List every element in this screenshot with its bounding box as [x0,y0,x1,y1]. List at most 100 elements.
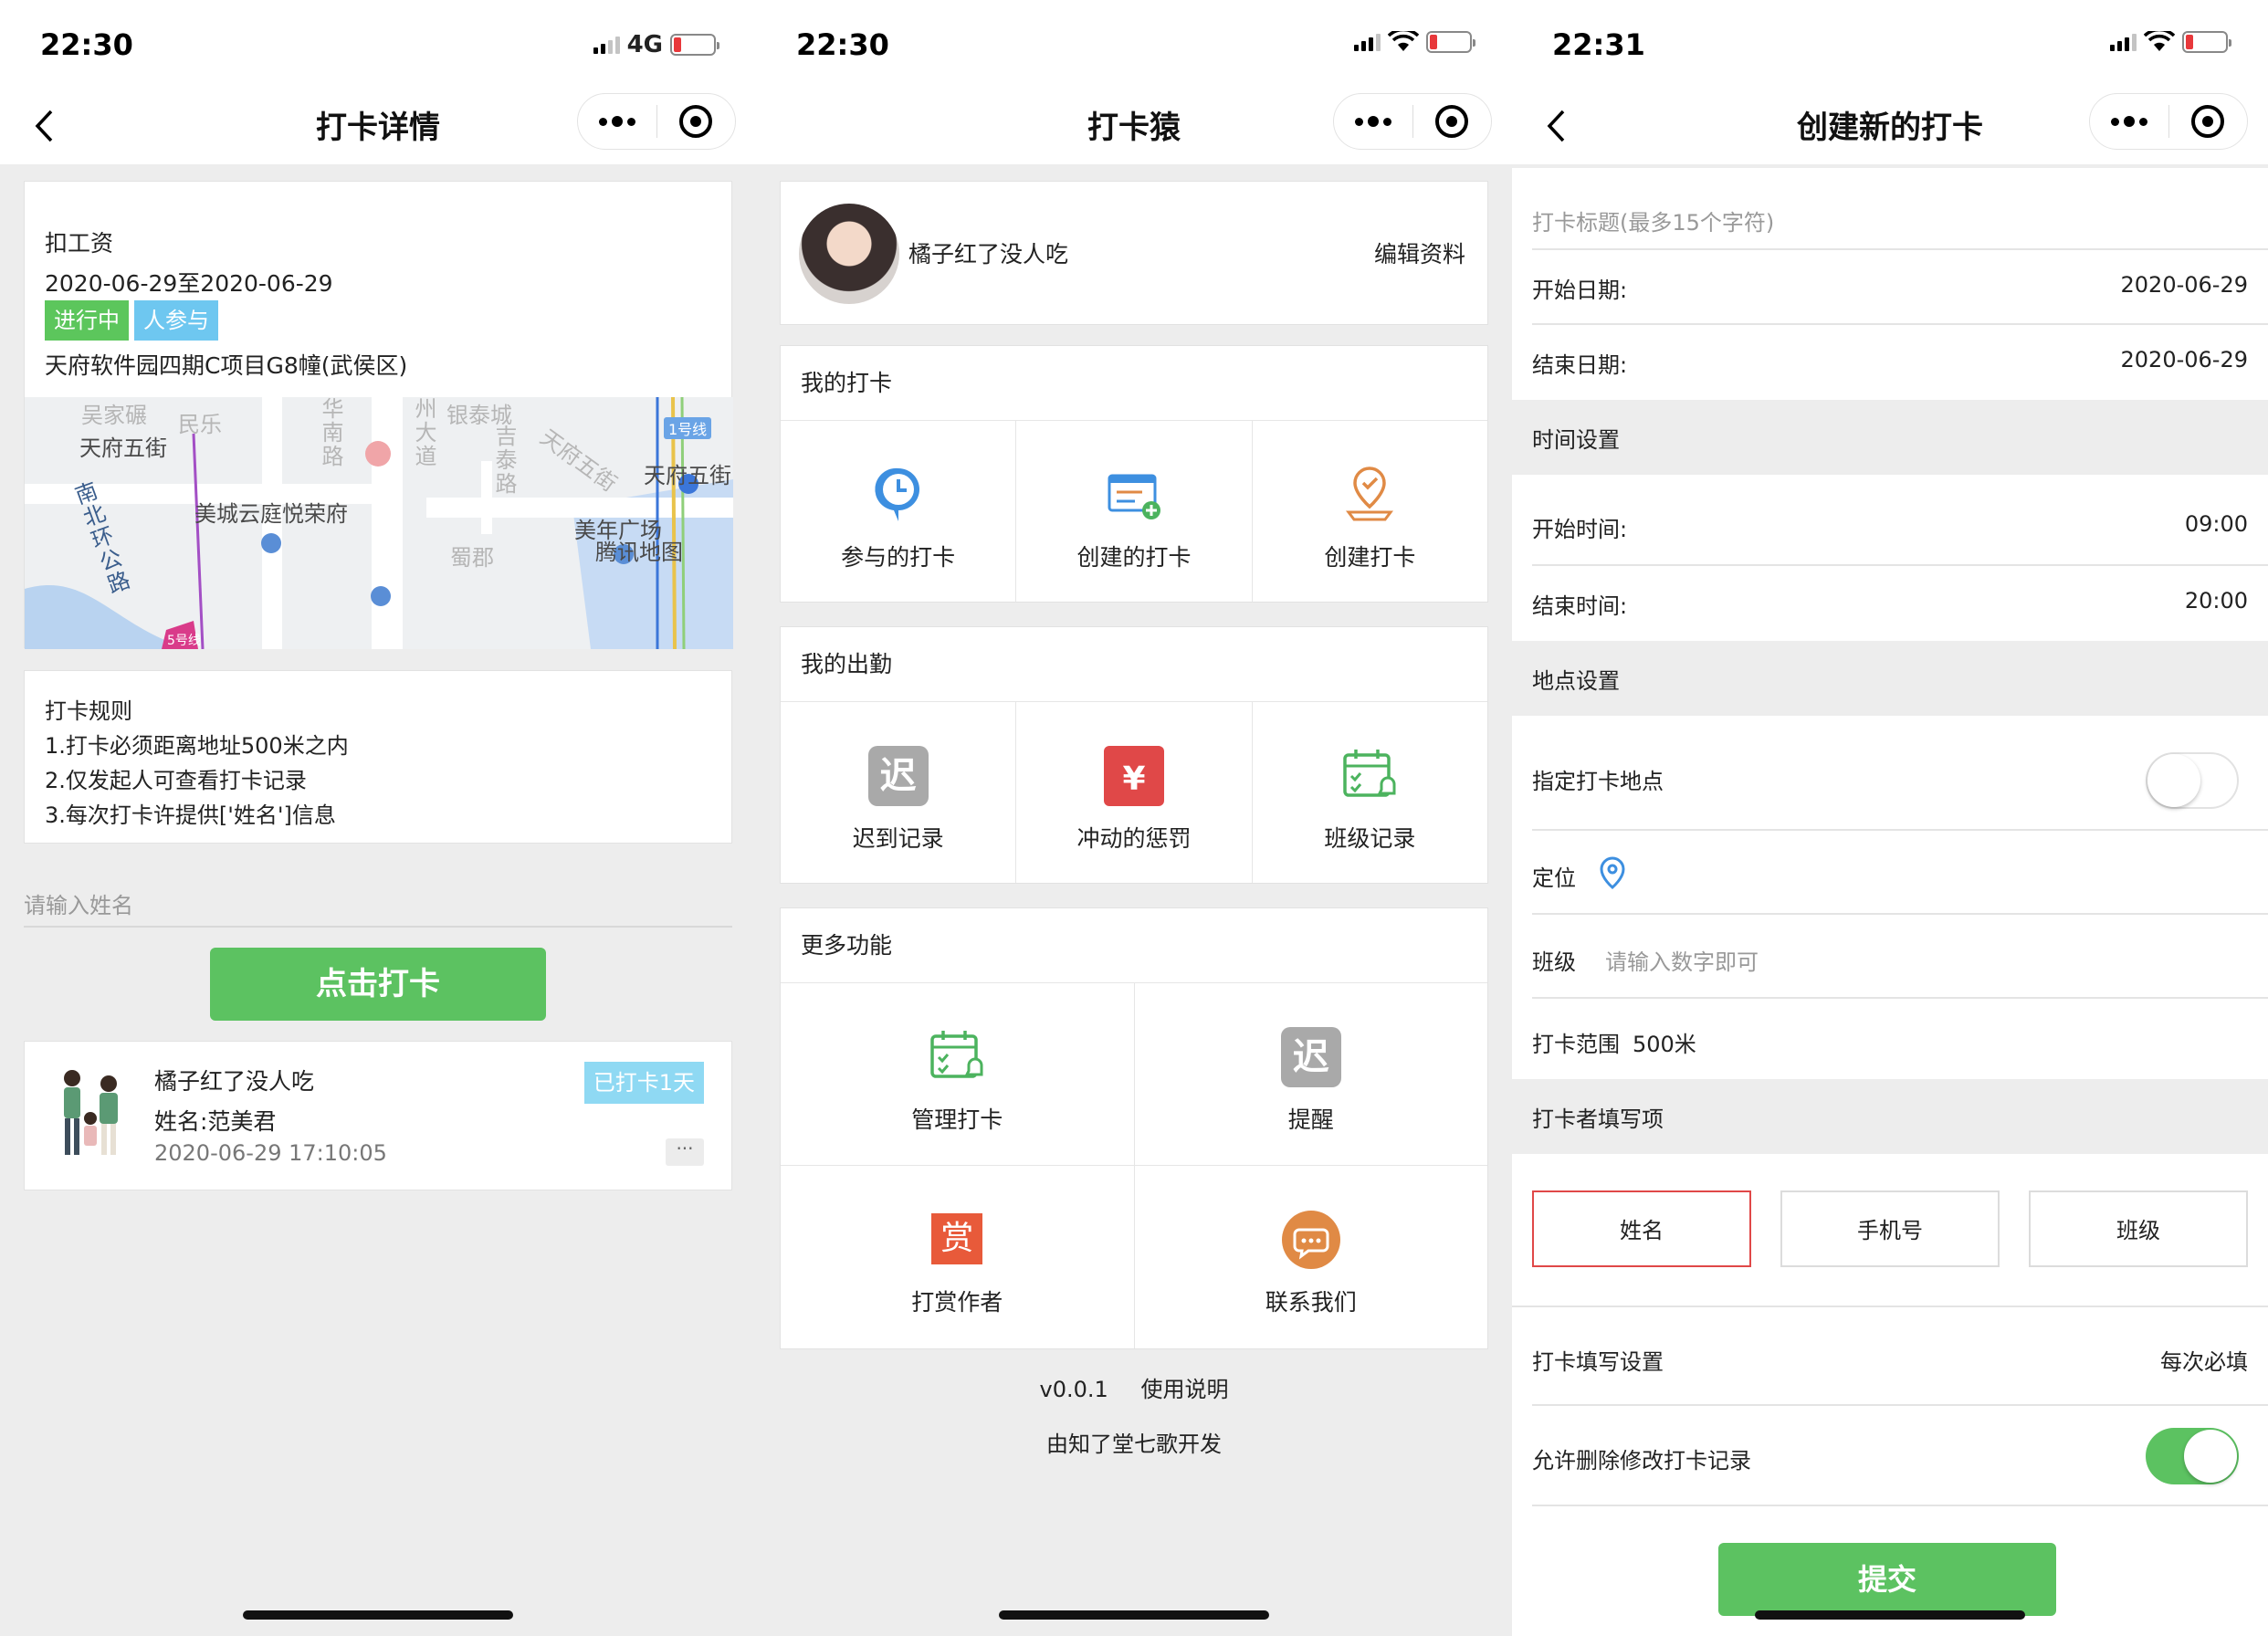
record-time: 2020-06-29 17:10:05 [154,1140,387,1166]
more-icon[interactable] [2090,94,2168,149]
wifi-icon [2144,31,2175,51]
close-target-icon[interactable] [2169,94,2248,149]
footer-links: v0.0.1 使用说明 [756,1371,1512,1403]
status-indicators: 4G [593,31,719,58]
home-indicator [999,1610,1269,1620]
rule-item: 2.仅发起人可查看打卡记录 [45,768,307,793]
version-text: v0.0.1 [1039,1377,1108,1402]
battery-icon [2182,31,2231,53]
end-time-value[interactable]: 20:00 [2185,588,2248,614]
signal-icon [593,36,620,54]
username: 橘子红了没人吃 [908,241,1069,267]
record-user: 橘子红了没人吃 [154,1068,315,1095]
class-label: 班级 [1532,949,1576,975]
calendar-bell-icon [1343,750,1396,797]
end-time-row[interactable]: 结束时间: 20:00 [1512,566,2268,641]
grid-label: 参与的打卡 [841,544,956,571]
nav-bar: 创建新的打卡 [1512,91,2268,164]
map-label: 民乐 [178,412,222,437]
avatar[interactable] [799,204,899,304]
location-map[interactable]: 吴家碾 民乐 天府五街 华南路 州大道 银泰城 吉泰路 天府五街 1号线 天府五… [25,397,733,649]
grid-label: 联系我们 [1265,1289,1357,1316]
status-bar: 22:30 [756,0,1512,91]
locate-row[interactable]: 定位 [1512,831,2268,915]
metro-line-label: 1号线 [664,417,712,439]
allow-edit-label: 允许删除修改打卡记录 [1532,1448,1751,1473]
reward-author-item[interactable]: 赏 打赏作者 [781,1166,1135,1348]
edit-profile-link[interactable]: 编辑资料 [1374,236,1465,269]
my-attendance-section: 我的出勤 迟 迟到记录 ¥ 冲动的惩罚 班级记录 [780,626,1488,884]
late-icon: 迟 [867,746,929,806]
more-options-button[interactable]: ··· [666,1138,704,1166]
rule-item: 3.每次打卡许提供['姓名']信息 [45,802,336,828]
status-bar: 22:31 [1512,0,2268,91]
map-label: 吴家碾 [81,403,147,428]
metro-line-label: 5号线 [167,634,201,648]
battery-icon [670,34,719,56]
created-checkins-item[interactable]: 创建的打卡 [1016,421,1253,602]
start-time-value[interactable]: 09:00 [2185,511,2248,537]
grid-label: 创建的打卡 [1076,544,1192,571]
title-input[interactable]: 打卡标题(最多15个字符) [1532,204,1774,236]
mini-program-capsule [577,93,736,150]
usage-guide-link[interactable]: 使用说明 [1140,1377,1228,1402]
more-icon[interactable] [1334,94,1412,149]
end-date-row[interactable]: 结束日期: 2020-06-29 [1512,325,2268,400]
checkin-button[interactable]: 点击打卡 [210,948,546,1021]
start-date-label: 开始日期: [1532,278,1628,303]
map-label: 天府五街 [79,435,167,461]
location-settings-header: 地点设置 [1512,641,2268,716]
submit-button[interactable]: 提交 [1718,1543,2056,1616]
clock-pin-icon [875,467,919,521]
contact-us-item[interactable]: 联系我们 [1135,1166,1488,1348]
close-target-icon[interactable] [1413,94,1492,149]
date-range: 2020-06-29至2020-06-29 [45,270,333,297]
close-target-icon[interactable] [657,94,736,149]
range-value[interactable]: 500米 [1633,1026,1696,1058]
range-label: 打卡范围 [1532,1032,1620,1057]
more-icon[interactable] [578,94,656,149]
option-class[interactable]: 班级 [2029,1190,2248,1267]
fill-setting-value[interactable]: 每次必填 [2160,1344,2248,1376]
location-pin-icon[interactable] [1598,856,1627,889]
end-date-value[interactable]: 2020-06-29 [2121,347,2248,372]
start-time-row[interactable]: 开始时间: 09:00 [1512,475,2268,566]
mini-program-capsule [1333,93,1492,150]
specify-location-row: 指定打卡地点 [1512,716,2268,831]
joined-checkins-item[interactable]: 参与的打卡 [781,421,1017,602]
profile-card: 橘子红了没人吃 编辑资料 [780,181,1488,325]
class-input[interactable]: 请输入数字即可 [1605,944,1759,976]
punishment-item[interactable]: ¥ 冲动的惩罚 [1016,702,1253,883]
name-input[interactable]: 请输入姓名 [24,887,732,928]
battery-icon [1426,31,1475,53]
class-records-item[interactable]: 班级记录 [1253,702,1487,883]
specify-location-toggle[interactable] [2146,752,2239,809]
grid-label: 打赏作者 [911,1289,1003,1316]
participants-badge[interactable]: 人参与 [134,300,218,341]
record-real-name: 姓名:范美君 [154,1108,277,1135]
create-checkin-item[interactable]: 创建打卡 [1253,421,1487,602]
title-field[interactable]: 打卡标题(最多15个字符) [1512,168,2268,250]
reward-icon: 赏 [931,1213,983,1264]
start-date-value[interactable]: 2020-06-29 [2121,272,2248,298]
allow-edit-toggle[interactable] [2146,1428,2239,1484]
start-date-row[interactable]: 开始日期: 2020-06-29 [1512,250,2268,325]
locate-label: 定位 [1532,865,1576,891]
network-label: 4G [626,31,663,58]
option-name[interactable]: 姓名 [1532,1190,1751,1267]
checkin-record[interactable]: 橘子红了没人吃 姓名:范美君 2020-06-29 17:10:05 已打卡1天… [24,1041,732,1190]
reminder-item[interactable]: 迟 提醒 [1134,983,1487,1166]
nav-bar: 打卡猿 [756,91,1512,164]
manage-checkin-item[interactable]: 管理打卡 [781,983,1135,1166]
wifi-icon [1388,31,1419,51]
option-phone[interactable]: 手机号 [1780,1190,2000,1267]
event-name: 扣工资 [45,230,114,257]
late-records-item[interactable]: 迟 迟到记录 [781,702,1017,883]
my-checkin-section: 我的打卡 参与的打卡 创建的打卡 创建打卡 [780,345,1488,603]
fill-setting-row[interactable]: 打卡填写设置 每次必填 [1512,1307,2268,1406]
grid-label: 创建打卡 [1324,544,1416,571]
section-title: 我的打卡 [781,346,1487,421]
screen-create-checkin: 22:31 创建新的打卡 打卡标题(最多15个字符) 开始日期: 2020-06… [1512,0,2268,1636]
status-time: 22:30 [796,27,889,62]
start-time-label: 开始时间: [1532,517,1628,542]
